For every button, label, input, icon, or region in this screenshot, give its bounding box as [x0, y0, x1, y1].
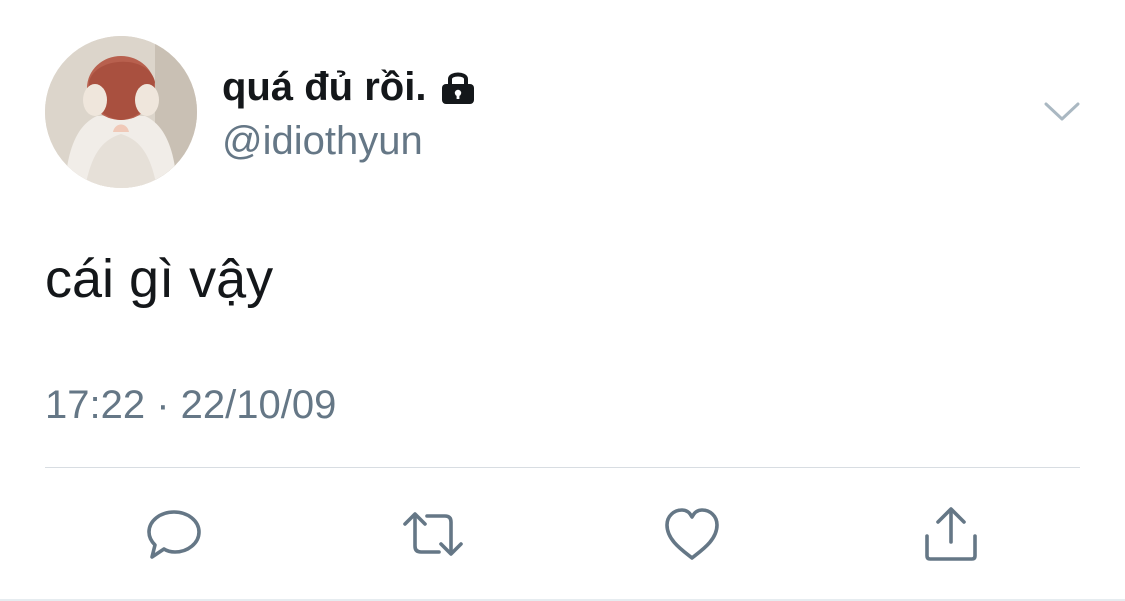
- display-name[interactable]: quá đủ rồi.: [222, 62, 426, 112]
- reply-icon: [147, 510, 201, 559]
- share-icon: [925, 507, 977, 561]
- lock-icon: [438, 67, 478, 107]
- tweet-text: cái gì vậy: [45, 249, 274, 309]
- retweet-icon: [403, 512, 463, 556]
- chevron-down-icon: [1044, 102, 1080, 121]
- avatar-image: [45, 36, 197, 188]
- author-name-row: quá đủ rồi.: [222, 62, 478, 112]
- more-button[interactable]: [1038, 90, 1086, 134]
- share-button[interactable]: [919, 502, 983, 566]
- handle[interactable]: @idiothyun: [222, 116, 423, 166]
- like-button[interactable]: [660, 502, 724, 566]
- avatar[interactable]: [45, 36, 197, 188]
- divider: [45, 467, 1080, 468]
- heart-icon: [665, 508, 719, 560]
- reply-button[interactable]: [142, 502, 206, 566]
- tweet-timestamp[interactable]: 17:22 · 22/10/09: [45, 380, 336, 430]
- retweet-button[interactable]: [401, 502, 465, 566]
